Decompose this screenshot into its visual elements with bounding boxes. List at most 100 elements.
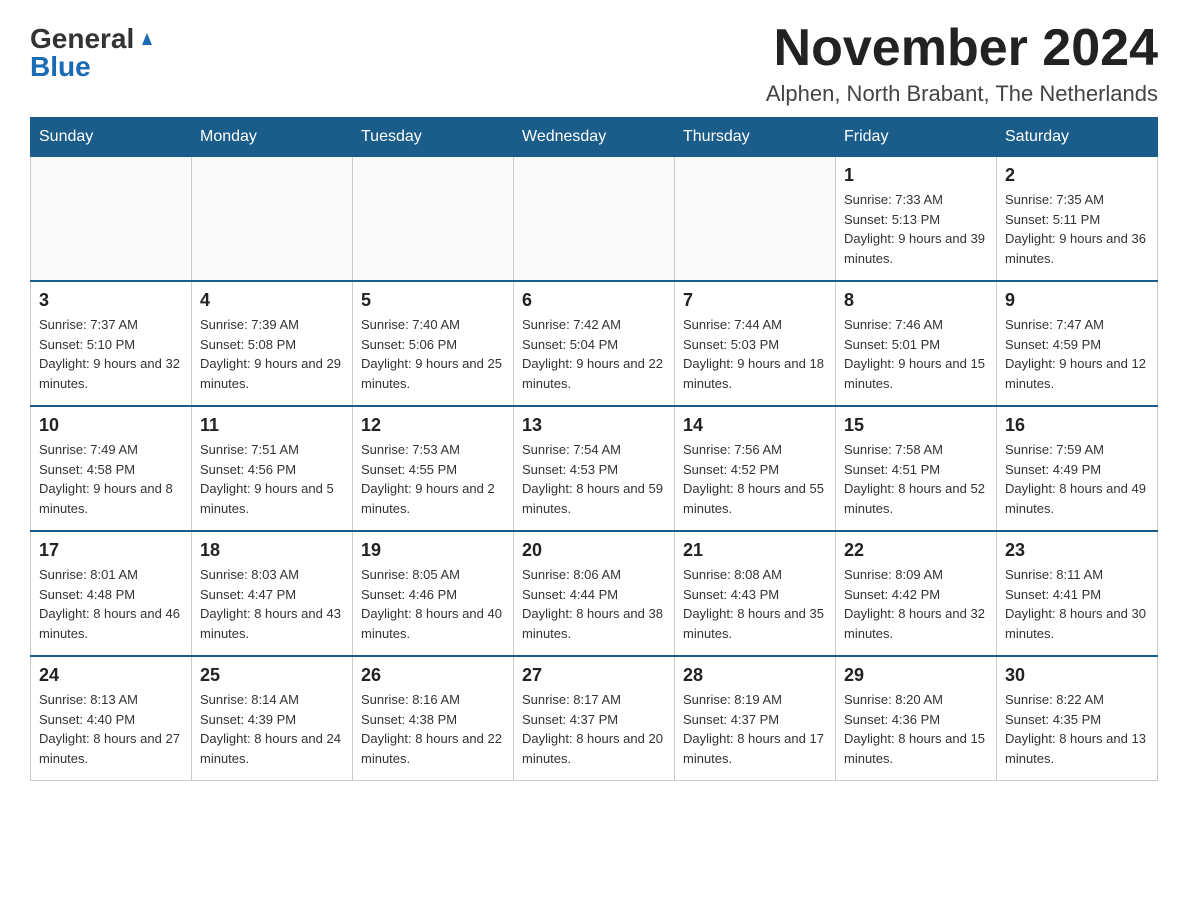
day-number: 6 xyxy=(522,290,666,311)
day-number: 26 xyxy=(361,665,505,686)
day-number: 19 xyxy=(361,540,505,561)
day-info: Sunrise: 7:58 AM Sunset: 4:51 PM Dayligh… xyxy=(844,440,988,518)
title-area: November 2024 Alphen, North Brabant, The… xyxy=(766,20,1158,107)
page-header: General Blue November 2024 Alphen, North… xyxy=(30,20,1158,107)
day-number: 12 xyxy=(361,415,505,436)
day-info: Sunrise: 7:37 AM Sunset: 5:10 PM Dayligh… xyxy=(39,315,183,393)
day-number: 10 xyxy=(39,415,183,436)
day-number: 30 xyxy=(1005,665,1149,686)
calendar-cell: 16 Sunrise: 7:59 AM Sunset: 4:49 PM Dayli… xyxy=(997,406,1158,531)
calendar-cell: 3Sunrise: 7:37 AM Sunset: 5:10 PM Daylig… xyxy=(31,281,192,406)
day-number: 1 xyxy=(844,165,988,186)
day-info: Sunrise: 8:20 AM Sunset: 4:36 PM Dayligh… xyxy=(844,690,988,768)
weekday-header-tuesday: Tuesday xyxy=(353,118,514,157)
day-number: 29 xyxy=(844,665,988,686)
calendar-cell xyxy=(31,157,192,282)
calendar-cell: 24Sunrise: 8:13 AM Sunset: 4:40 PM Dayli… xyxy=(31,656,192,781)
calendar-cell: 6 Sunrise: 7:42 AM Sunset: 5:04 PM Daylig… xyxy=(514,281,675,406)
day-number: 11 xyxy=(200,415,344,436)
logo-triangle-icon xyxy=(136,27,158,49)
calendar-header-row: SundayMondayTuesdayWednesdayThursdayFrid… xyxy=(31,118,1158,157)
calendar-cell: 5Sunrise: 7:40 AM Sunset: 5:06 PM Daylig… xyxy=(353,281,514,406)
day-number: 5 xyxy=(361,290,505,311)
day-info: Sunrise: 8:08 AM Sunset: 4:43 PM Dayligh… xyxy=(683,565,827,643)
calendar-cell: 27 Sunrise: 8:17 AM Sunset: 4:37 PM Dayli… xyxy=(514,656,675,781)
day-info: Sunrise: 7:33 AM Sunset: 5:13 PM Dayligh… xyxy=(844,190,988,268)
calendar-cell xyxy=(192,157,353,282)
day-number: 2 xyxy=(1005,165,1149,186)
calendar-cell: 15Sunrise: 7:58 AM Sunset: 4:51 PM Dayli… xyxy=(836,406,997,531)
calendar-cell: 22 Sunrise: 8:09 AM Sunset: 4:42 PM Dayli… xyxy=(836,531,997,656)
weekday-header-friday: Friday xyxy=(836,118,997,157)
day-number: 7 xyxy=(683,290,827,311)
calendar-cell xyxy=(514,157,675,282)
day-number: 27 xyxy=(522,665,666,686)
day-info: Sunrise: 8:11 AM Sunset: 4:41 PM Dayligh… xyxy=(1005,565,1149,643)
day-number: 17 xyxy=(39,540,183,561)
logo-blue-text: Blue xyxy=(30,51,91,82)
day-info: Sunrise: 8:22 AM Sunset: 4:35 PM Dayligh… xyxy=(1005,690,1149,768)
day-info: Sunrise: 8:05 AM Sunset: 4:46 PM Dayligh… xyxy=(361,565,505,643)
weekday-header-thursday: Thursday xyxy=(675,118,836,157)
day-info: Sunrise: 7:51 AM Sunset: 4:56 PM Dayligh… xyxy=(200,440,344,518)
day-info: Sunrise: 8:09 AM Sunset: 4:42 PM Dayligh… xyxy=(844,565,988,643)
day-info: Sunrise: 7:47 AM Sunset: 4:59 PM Dayligh… xyxy=(1005,315,1149,393)
calendar-cell: 20Sunrise: 8:06 AM Sunset: 4:44 PM Dayli… xyxy=(514,531,675,656)
day-number: 18 xyxy=(200,540,344,561)
day-number: 9 xyxy=(1005,290,1149,311)
calendar-cell: 13Sunrise: 7:54 AM Sunset: 4:53 PM Dayli… xyxy=(514,406,675,531)
logo-general-text: General xyxy=(30,25,134,53)
day-info: Sunrise: 7:42 AM Sunset: 5:04 PM Dayligh… xyxy=(522,315,666,393)
day-number: 22 xyxy=(844,540,988,561)
calendar-cell: 2 Sunrise: 7:35 AM Sunset: 5:11 PM Daylig… xyxy=(997,157,1158,282)
day-info: Sunrise: 7:44 AM Sunset: 5:03 PM Dayligh… xyxy=(683,315,827,393)
calendar-week-row: 24Sunrise: 8:13 AM Sunset: 4:40 PM Dayli… xyxy=(31,656,1158,781)
day-info: Sunrise: 7:49 AM Sunset: 4:58 PM Dayligh… xyxy=(39,440,183,518)
calendar-cell: 18 Sunrise: 8:03 AM Sunset: 4:47 PM Dayli… xyxy=(192,531,353,656)
day-number: 16 xyxy=(1005,415,1149,436)
day-info: Sunrise: 7:35 AM Sunset: 5:11 PM Dayligh… xyxy=(1005,190,1149,268)
weekday-header-saturday: Saturday xyxy=(997,118,1158,157)
day-number: 23 xyxy=(1005,540,1149,561)
calendar-cell: 1 Sunrise: 7:33 AM Sunset: 5:13 PM Daylig… xyxy=(836,157,997,282)
calendar-cell: 21 Sunrise: 8:08 AM Sunset: 4:43 PM Dayli… xyxy=(675,531,836,656)
calendar-cell: 4 Sunrise: 7:39 AM Sunset: 5:08 PM Daylig… xyxy=(192,281,353,406)
day-number: 21 xyxy=(683,540,827,561)
calendar-cell: 7 Sunrise: 7:44 AM Sunset: 5:03 PM Daylig… xyxy=(675,281,836,406)
calendar-cell: 10 Sunrise: 7:49 AM Sunset: 4:58 PM Dayli… xyxy=(31,406,192,531)
day-number: 24 xyxy=(39,665,183,686)
calendar-cell: 17 Sunrise: 8:01 AM Sunset: 4:48 PM Dayli… xyxy=(31,531,192,656)
day-number: 25 xyxy=(200,665,344,686)
calendar-cell: 29 Sunrise: 8:20 AM Sunset: 4:36 PM Dayli… xyxy=(836,656,997,781)
weekday-header-sunday: Sunday xyxy=(31,118,192,157)
day-info: Sunrise: 8:06 AM Sunset: 4:44 PM Dayligh… xyxy=(522,565,666,643)
day-info: Sunrise: 7:53 AM Sunset: 4:55 PM Dayligh… xyxy=(361,440,505,518)
calendar-week-row: 3Sunrise: 7:37 AM Sunset: 5:10 PM Daylig… xyxy=(31,281,1158,406)
month-title: November 2024 xyxy=(766,20,1158,77)
location-title: Alphen, North Brabant, The Netherlands xyxy=(766,81,1158,107)
calendar-cell: 25 Sunrise: 8:14 AM Sunset: 4:39 PM Dayli… xyxy=(192,656,353,781)
day-number: 8 xyxy=(844,290,988,311)
calendar-cell: 11 Sunrise: 7:51 AM Sunset: 4:56 PM Dayli… xyxy=(192,406,353,531)
day-info: Sunrise: 8:17 AM Sunset: 4:37 PM Dayligh… xyxy=(522,690,666,768)
day-number: 4 xyxy=(200,290,344,311)
calendar-week-row: 17 Sunrise: 8:01 AM Sunset: 4:48 PM Dayli… xyxy=(31,531,1158,656)
day-info: Sunrise: 7:59 AM Sunset: 4:49 PM Dayligh… xyxy=(1005,440,1149,518)
day-info: Sunrise: 7:56 AM Sunset: 4:52 PM Dayligh… xyxy=(683,440,827,518)
calendar-cell: 9 Sunrise: 7:47 AM Sunset: 4:59 PM Daylig… xyxy=(997,281,1158,406)
day-number: 28 xyxy=(683,665,827,686)
day-info: Sunrise: 8:01 AM Sunset: 4:48 PM Dayligh… xyxy=(39,565,183,643)
calendar-cell: 8Sunrise: 7:46 AM Sunset: 5:01 PM Daylig… xyxy=(836,281,997,406)
day-info: Sunrise: 8:14 AM Sunset: 4:39 PM Dayligh… xyxy=(200,690,344,768)
calendar-week-row: 10 Sunrise: 7:49 AM Sunset: 4:58 PM Dayli… xyxy=(31,406,1158,531)
calendar-cell: 26 Sunrise: 8:16 AM Sunset: 4:38 PM Dayli… xyxy=(353,656,514,781)
calendar-cell: 12 Sunrise: 7:53 AM Sunset: 4:55 PM Dayli… xyxy=(353,406,514,531)
day-info: Sunrise: 7:39 AM Sunset: 5:08 PM Dayligh… xyxy=(200,315,344,393)
day-info: Sunrise: 8:03 AM Sunset: 4:47 PM Dayligh… xyxy=(200,565,344,643)
calendar-cell: 14 Sunrise: 7:56 AM Sunset: 4:52 PM Dayli… xyxy=(675,406,836,531)
logo: General Blue xyxy=(30,20,158,81)
day-number: 14 xyxy=(683,415,827,436)
calendar-table: SundayMondayTuesdayWednesdayThursdayFrid… xyxy=(30,117,1158,781)
day-info: Sunrise: 7:54 AM Sunset: 4:53 PM Dayligh… xyxy=(522,440,666,518)
day-info: Sunrise: 8:16 AM Sunset: 4:38 PM Dayligh… xyxy=(361,690,505,768)
